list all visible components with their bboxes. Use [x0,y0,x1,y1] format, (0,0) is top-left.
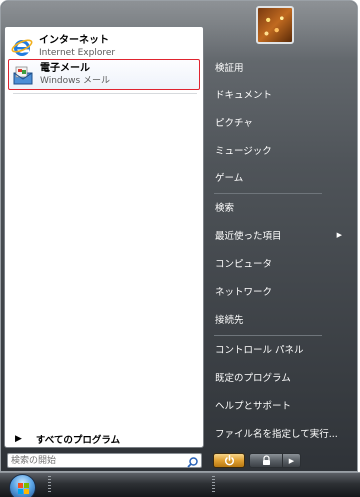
all-programs-button[interactable]: ▶ すべてのプログラム [15,431,120,447]
all-programs-label: すべてのプログラム [35,435,121,446]
right-item-label: ドキュメント [215,90,273,101]
taskbar-grip[interactable] [48,476,51,493]
start-button[interactable] [6,472,38,497]
program-mail[interactable]: 電子メール Windows メール [8,59,200,90]
right-item-label: 既定のプログラム [215,373,291,384]
right-item-music[interactable]: ミュージック [210,141,346,159]
search-input[interactable] [8,454,186,467]
right-item-label: 接続先 [215,315,244,326]
right-item-search[interactable]: 検索 [210,198,346,216]
right-item-run[interactable]: ファイル名を指定して実行... [210,424,346,442]
taskbar [0,472,360,497]
right-item-user-folder[interactable]: 検証用 [210,58,346,76]
triangle-right-icon: ▶ [288,456,295,465]
right-item-label: コントロール パネル [215,345,304,356]
right-item-default-programs[interactable]: 既定のプログラム [210,368,346,386]
right-item-label: コンピュータ [215,259,273,270]
taskbar-grip[interactable] [212,476,215,493]
right-item-label: ゲーム [215,173,244,184]
divider [13,93,197,94]
program-internet[interactable]: インターネット Internet Explorer [8,31,200,62]
lock-icon [261,451,272,470]
right-item-computer[interactable]: コンピュータ [210,254,346,272]
right-item-documents[interactable]: ドキュメント [210,85,346,103]
power-icon [224,451,235,470]
triangle-right-icon: ▶ [336,231,342,239]
divider [214,335,322,336]
right-item-label: ネットワーク [215,287,273,298]
program-name: 電子メール [40,62,90,74]
right-item-label: ピクチャ [215,118,253,129]
right-item-label: 検索 [215,203,235,214]
program-subtitle: Internet Explorer [39,47,116,58]
pinned-programs-pane: インターネット Internet Explorer 電子メール Windows … [4,26,204,448]
right-item-label: 検証用 [215,63,244,74]
right-item-connect-to[interactable]: 接続先 [210,310,346,328]
program-subtitle: Windows メール [40,75,111,86]
lock-button[interactable] [249,453,283,468]
right-item-control-panel[interactable]: コントロール パネル [210,340,346,358]
right-item-games[interactable]: ゲーム [210,168,346,186]
search-box[interactable] [7,453,202,468]
user-picture[interactable] [256,6,294,44]
right-item-recent-items[interactable]: 最近使った項目 ▶ [210,226,346,244]
right-item-network[interactable]: ネットワーク [210,282,346,300]
windows-orb-icon [9,474,36,497]
right-item-label: 最近使った項目 [215,231,282,242]
magnifier-icon[interactable] [186,454,199,468]
divider [214,193,322,194]
right-item-pictures[interactable]: ピクチャ [210,113,346,131]
shutdown-options-button[interactable]: ▶ [283,453,301,468]
right-item-label: ファイル名を指定して実行... [215,429,338,440]
right-item-label: ヘルプとサポート [215,401,292,412]
triangle-right-icon: ▶ [15,434,22,444]
right-item-help-support[interactable]: ヘルプとサポート [210,396,346,414]
right-item-label: ミュージック [215,146,272,157]
power-button[interactable] [213,453,245,468]
internet-explorer-icon [11,36,33,58]
windows-mail-icon [12,64,34,86]
program-name: インターネット [39,34,109,46]
